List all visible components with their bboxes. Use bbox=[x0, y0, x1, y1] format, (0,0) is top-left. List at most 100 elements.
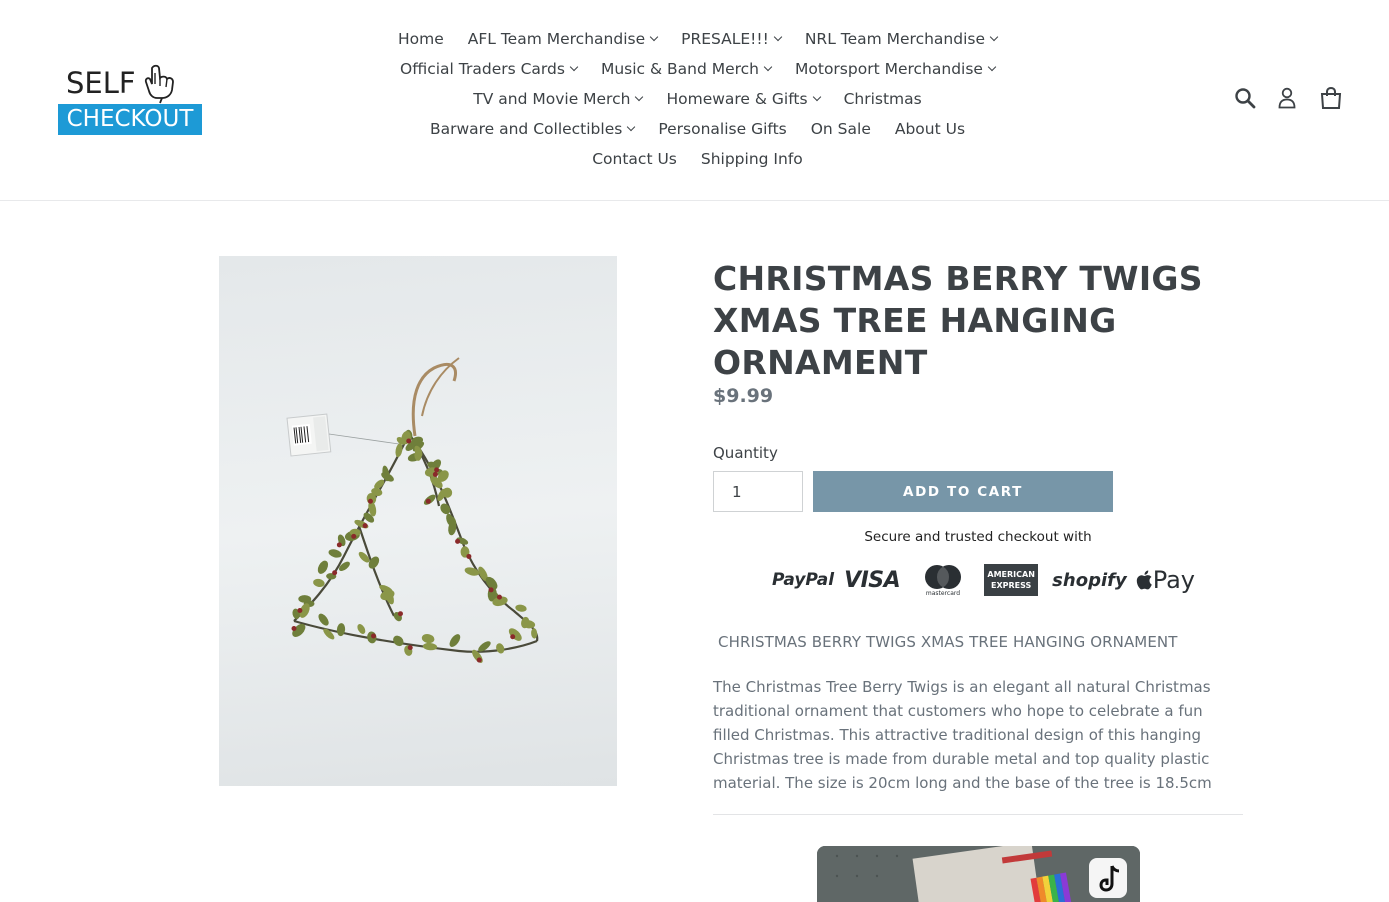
store-logo[interactable]: SELF CHECKOUT bbox=[58, 64, 204, 136]
berry bbox=[297, 607, 303, 613]
site-header: SELF CHECKOUT Home AFL Team Merchandise PR… bbox=[0, 0, 1389, 201]
main-navigation: Home AFL Team Merchandise PRESALE!!! NRL Te… bbox=[370, 24, 1025, 174]
nav-item-label: Homeware & Gifts bbox=[666, 90, 808, 108]
berry bbox=[397, 611, 403, 617]
nav-row: Official Traders Cards Music & Band Merch… bbox=[370, 54, 1025, 84]
berry bbox=[510, 634, 516, 640]
logo-top-text: SELF bbox=[66, 66, 136, 100]
nav-item-afl-team-merchandise[interactable]: AFL Team Merchandise bbox=[467, 30, 659, 48]
apple-pay-text: Pay bbox=[1152, 566, 1195, 594]
leaf bbox=[318, 613, 329, 626]
chevron-down-icon bbox=[812, 92, 821, 102]
berry bbox=[367, 498, 373, 504]
nav-item-label: PRESALE!!! bbox=[681, 30, 769, 48]
nav-item-on-sale[interactable]: On Sale bbox=[811, 120, 871, 138]
nav-item-presale[interactable]: PRESALE!!! bbox=[681, 30, 783, 48]
nav-item-label: AFL Team Merchandise bbox=[467, 30, 646, 48]
leaf bbox=[395, 443, 403, 458]
berry bbox=[407, 645, 413, 651]
leaf bbox=[508, 628, 522, 641]
amex-icon: AMERICAN EXPRESS bbox=[984, 564, 1039, 596]
berry bbox=[488, 587, 494, 593]
nav-item-nrl-team-merchandise[interactable]: NRL Team Merchandise bbox=[804, 30, 999, 48]
berry bbox=[371, 633, 377, 639]
quantity-label: Quantity bbox=[713, 444, 778, 462]
berry bbox=[351, 533, 357, 539]
header-icons bbox=[1234, 86, 1343, 110]
nav-row: TV and Movie Merch Homeware & Gifts Christ… bbox=[370, 84, 1025, 114]
nav-item-music-band-merch[interactable]: Music & Band Merch bbox=[600, 60, 773, 78]
ornament-illustration bbox=[286, 357, 539, 663]
chevron-down-icon bbox=[635, 92, 644, 102]
berry bbox=[291, 625, 297, 631]
nav-item-barware-and-collectibles[interactable]: Barware and Collectibles bbox=[429, 120, 636, 138]
quantity-input[interactable] bbox=[713, 471, 803, 512]
nav-item-motorsport-merchandise[interactable]: Motorsport Merchandise bbox=[795, 60, 997, 78]
nav-item-label: About Us bbox=[894, 120, 966, 138]
leaf bbox=[336, 623, 346, 637]
nav-item-label: Shipping Info bbox=[700, 150, 803, 168]
leaf bbox=[496, 643, 505, 654]
visa-icon: VISA bbox=[844, 567, 901, 593]
berry bbox=[455, 538, 461, 544]
nav-item-label: Barware and Collectibles bbox=[429, 120, 623, 138]
chevron-down-icon bbox=[627, 122, 636, 132]
section-divider bbox=[713, 814, 1243, 815]
nav-row: Contact Us Shipping Info bbox=[370, 144, 1025, 174]
product-price: $9.99 bbox=[713, 385, 774, 407]
berry bbox=[476, 657, 482, 663]
nav-item-homeware-gifts[interactable]: Homeware & Gifts bbox=[666, 90, 821, 108]
leaf bbox=[298, 595, 312, 603]
nav-row: Home AFL Team Merchandise PRESALE!!! NRL Te… bbox=[370, 24, 1025, 54]
mastercard-text: mastercard bbox=[926, 590, 960, 597]
nav-item-official-traders-cards[interactable]: Official Traders Cards bbox=[400, 60, 579, 78]
leaf bbox=[422, 642, 438, 651]
berry bbox=[434, 467, 440, 473]
product-video-thumbnail[interactable] bbox=[817, 846, 1140, 902]
nav-item-label: Home bbox=[397, 30, 444, 48]
mastercard-icon: mastercard bbox=[918, 563, 968, 597]
product-image[interactable] bbox=[219, 256, 617, 786]
search-icon[interactable] bbox=[1234, 87, 1256, 109]
leaf bbox=[357, 624, 366, 634]
berry bbox=[406, 438, 412, 444]
account-icon[interactable] bbox=[1278, 87, 1296, 109]
product-title: CHRISTMAS BERRY TWIGS XMAS TREE HANGING … bbox=[713, 259, 1203, 382]
payment-icons: PayPal VISA mastercard AMERICAN EXPRESS … bbox=[772, 562, 1195, 598]
logo-top: SELF bbox=[58, 64, 204, 104]
berry bbox=[425, 498, 431, 504]
secure-checkout-text: Secure and trusted checkout with bbox=[864, 529, 1092, 545]
apple-pay-icon: Pay bbox=[1135, 566, 1195, 594]
leaf bbox=[328, 549, 342, 558]
leaf bbox=[393, 635, 404, 647]
pointing-hand-icon bbox=[144, 64, 174, 104]
nav-item-label: On Sale bbox=[810, 120, 871, 138]
amex-line2: EXPRESS bbox=[991, 581, 1032, 590]
paypal-icon: PayPal bbox=[772, 570, 835, 590]
nav-item-label: Christmas bbox=[843, 90, 922, 108]
add-to-cart-button[interactable]: ADD TO CART bbox=[813, 471, 1113, 512]
nav-item-christmas[interactable]: Christmas bbox=[844, 90, 922, 108]
apple-logo-icon bbox=[1136, 570, 1152, 590]
chevron-down-icon bbox=[569, 62, 579, 72]
nav-item-label: Music & Band Merch bbox=[600, 60, 760, 78]
nav-item-shipping-info[interactable]: Shipping Info bbox=[701, 150, 803, 168]
nav-item-tv-and-movie-merch[interactable]: TV and Movie Merch bbox=[473, 90, 644, 108]
nav-row: Barware and Collectibles Personalise Gift… bbox=[370, 114, 1025, 144]
chevron-down-icon bbox=[987, 62, 997, 72]
berry bbox=[362, 523, 368, 529]
nav-item-label: Personalise Gifts bbox=[658, 120, 787, 138]
cart-icon[interactable] bbox=[1319, 86, 1343, 110]
nav-item-about-us[interactable]: About Us bbox=[895, 120, 965, 138]
leaf bbox=[317, 560, 329, 574]
nav-item-label: NRL Team Merchandise bbox=[804, 30, 986, 48]
nav-item-personalise-gifts[interactable]: Personalise Gifts bbox=[658, 120, 786, 138]
logo-bottom-text: CHECKOUT bbox=[58, 104, 202, 135]
leaf bbox=[421, 633, 435, 644]
nav-item-contact-us[interactable]: Contact Us bbox=[592, 150, 677, 168]
chevron-down-icon bbox=[649, 32, 659, 42]
leaf bbox=[515, 604, 527, 612]
nav-item-home[interactable]: Home bbox=[398, 30, 444, 48]
berry bbox=[336, 542, 342, 548]
berry bbox=[496, 594, 502, 600]
